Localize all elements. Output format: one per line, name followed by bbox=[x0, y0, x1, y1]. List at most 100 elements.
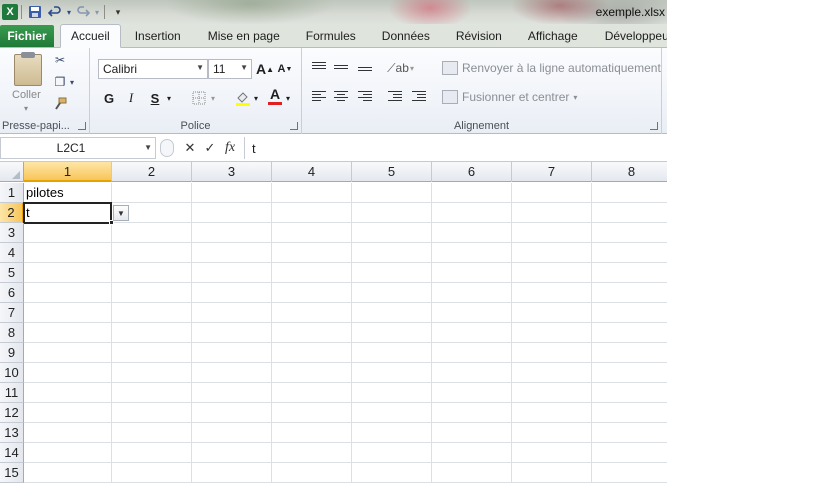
cell[interactable] bbox=[272, 203, 352, 223]
cell[interactable] bbox=[112, 323, 192, 343]
cell[interactable] bbox=[112, 443, 192, 463]
tab-review[interactable]: Révision bbox=[443, 25, 515, 47]
cell[interactable] bbox=[192, 243, 272, 263]
cell[interactable] bbox=[432, 223, 512, 243]
font-color-dropdown-icon[interactable]: ▾ bbox=[284, 88, 292, 108]
cell[interactable] bbox=[192, 343, 272, 363]
merge-center-button[interactable]: Fusionner et centrer ▾ bbox=[442, 87, 577, 107]
cell[interactable] bbox=[352, 183, 432, 203]
cell[interactable] bbox=[432, 383, 512, 403]
font-color-button[interactable]: A bbox=[266, 86, 284, 106]
select-all-corner[interactable] bbox=[0, 162, 24, 182]
cell[interactable] bbox=[352, 403, 432, 423]
cell[interactable] bbox=[112, 463, 192, 483]
cancel-icon[interactable]: ✕ bbox=[180, 138, 200, 158]
cell[interactable] bbox=[272, 303, 352, 323]
cell[interactable] bbox=[24, 443, 112, 463]
column-header-5[interactable]: 5 bbox=[352, 162, 432, 182]
cell[interactable] bbox=[512, 363, 592, 383]
cell[interactable] bbox=[24, 343, 112, 363]
formula-bar-grip[interactable] bbox=[160, 139, 174, 157]
column-header-6[interactable]: 6 bbox=[432, 162, 512, 182]
cell[interactable] bbox=[592, 183, 667, 203]
font-name-combo[interactable]: Calibri ▼ bbox=[98, 59, 208, 79]
cell[interactable] bbox=[512, 263, 592, 283]
row-header-3[interactable]: 3 bbox=[0, 223, 24, 243]
tab-page-layout[interactable]: Mise en page bbox=[195, 25, 293, 47]
cell[interactable] bbox=[352, 243, 432, 263]
cell[interactable] bbox=[592, 263, 667, 283]
cell[interactable] bbox=[112, 223, 192, 243]
cell[interactable] bbox=[272, 363, 352, 383]
bold-button[interactable]: G bbox=[100, 88, 118, 108]
cell[interactable] bbox=[592, 223, 667, 243]
formula-input[interactable]: t bbox=[244, 137, 667, 159]
cell[interactable] bbox=[24, 403, 112, 423]
font-size-dropdown-icon[interactable]: ▼ bbox=[240, 63, 248, 72]
undo-icon[interactable] bbox=[45, 2, 65, 22]
cell[interactable] bbox=[112, 263, 192, 283]
column-header-8[interactable]: 8 bbox=[592, 162, 667, 182]
cell[interactable] bbox=[432, 443, 512, 463]
tab-home[interactable]: Accueil bbox=[60, 24, 121, 48]
cell[interactable] bbox=[112, 303, 192, 323]
undo-dropdown-icon[interactable]: ▾ bbox=[65, 2, 73, 22]
customize-qat-icon[interactable]: ▾ bbox=[108, 2, 128, 22]
cell[interactable] bbox=[512, 443, 592, 463]
copy-icon[interactable]: ❐ bbox=[52, 74, 68, 90]
cell[interactable] bbox=[352, 303, 432, 323]
cell[interactable] bbox=[272, 223, 352, 243]
cell[interactable] bbox=[432, 263, 512, 283]
row-header-9[interactable]: 9 bbox=[0, 343, 24, 363]
cell[interactable] bbox=[112, 383, 192, 403]
cell[interactable] bbox=[352, 443, 432, 463]
cell[interactable] bbox=[192, 303, 272, 323]
clipboard-launcher-icon[interactable] bbox=[78, 122, 86, 130]
cell[interactable] bbox=[592, 383, 667, 403]
shrink-font-button[interactable]: A ▼ bbox=[276, 59, 294, 79]
cell[interactable] bbox=[432, 203, 512, 223]
cell[interactable] bbox=[592, 343, 667, 363]
cell[interactable] bbox=[512, 283, 592, 303]
borders-dropdown-icon[interactable]: ▾ bbox=[208, 88, 218, 108]
cell[interactable] bbox=[272, 263, 352, 283]
cell[interactable] bbox=[192, 463, 272, 483]
cell[interactable]: pilotes bbox=[24, 183, 112, 203]
cell[interactable] bbox=[24, 363, 112, 383]
row-header-14[interactable]: 14 bbox=[0, 443, 24, 463]
align-left-icon[interactable] bbox=[312, 89, 328, 103]
cell[interactable] bbox=[192, 423, 272, 443]
font-name-dropdown-icon[interactable]: ▼ bbox=[196, 63, 204, 72]
cell[interactable] bbox=[112, 403, 192, 423]
format-painter-icon[interactable] bbox=[52, 96, 68, 112]
excel-icon[interactable]: X bbox=[2, 4, 18, 20]
insert-function-icon[interactable]: fx bbox=[220, 138, 240, 158]
cut-icon[interactable]: ✂ bbox=[52, 52, 68, 68]
cell[interactable] bbox=[512, 463, 592, 483]
cell[interactable] bbox=[512, 423, 592, 443]
paste-icon[interactable] bbox=[14, 52, 42, 86]
row-header-12[interactable]: 12 bbox=[0, 403, 24, 423]
cell[interactable] bbox=[592, 463, 667, 483]
cell[interactable] bbox=[352, 323, 432, 343]
active-cell[interactable]: t bbox=[23, 202, 112, 224]
row-header-10[interactable]: 10 bbox=[0, 363, 24, 383]
alignment-launcher-icon[interactable] bbox=[650, 122, 658, 130]
cell[interactable] bbox=[192, 363, 272, 383]
cell-dropdown-icon[interactable]: ▼ bbox=[113, 205, 129, 221]
cell[interactable] bbox=[272, 423, 352, 443]
cell[interactable] bbox=[512, 223, 592, 243]
cell[interactable] bbox=[352, 223, 432, 243]
name-box[interactable]: L2C1 ▼ bbox=[0, 137, 156, 159]
font-launcher-icon[interactable] bbox=[290, 122, 298, 130]
cell[interactable] bbox=[592, 363, 667, 383]
cell[interactable] bbox=[24, 283, 112, 303]
fill-color-dropdown-icon[interactable]: ▾ bbox=[252, 88, 260, 108]
decrease-indent-icon[interactable] bbox=[388, 89, 404, 103]
cell[interactable] bbox=[352, 263, 432, 283]
cell[interactable] bbox=[192, 183, 272, 203]
row-header-1[interactable]: 1 bbox=[0, 183, 24, 203]
row-header-8[interactable]: 8 bbox=[0, 323, 24, 343]
cell[interactable] bbox=[192, 283, 272, 303]
cell[interactable] bbox=[592, 303, 667, 323]
